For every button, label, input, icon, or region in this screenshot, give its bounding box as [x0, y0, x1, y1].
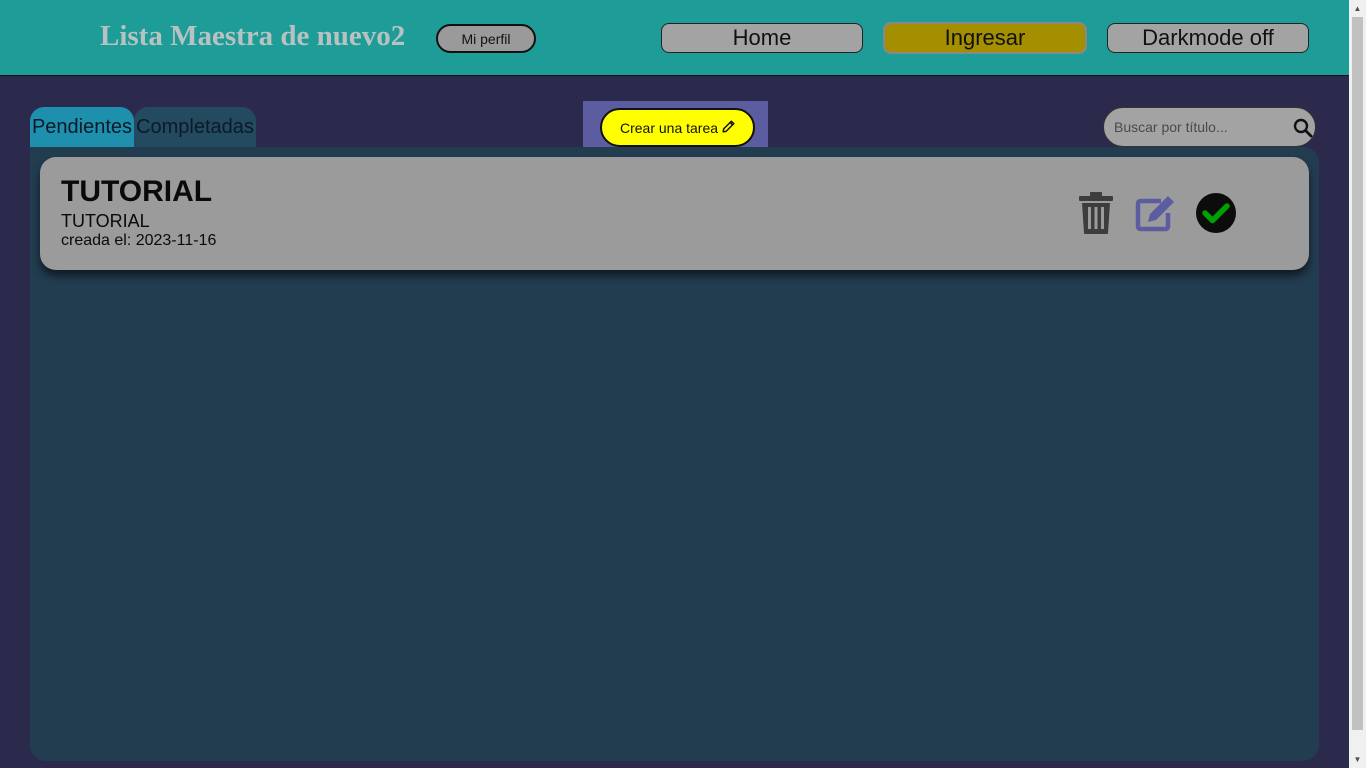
search-box [1103, 107, 1316, 147]
scroll-down-arrow-icon[interactable]: ▼ [1349, 751, 1366, 768]
pencil-icon [722, 119, 735, 136]
create-task-button[interactable]: Crear una tarea [600, 108, 755, 147]
page-scrollbar[interactable]: ▲ ▼ [1349, 0, 1366, 768]
scroll-up-arrow-icon[interactable]: ▲ [1349, 0, 1366, 17]
scroll-thumb[interactable] [1352, 17, 1363, 730]
edit-icon[interactable] [1134, 191, 1178, 235]
app-title: Lista Maestra de nuevo2 [100, 20, 406, 52]
search-icon[interactable] [1291, 116, 1315, 140]
task-title: TUTORIAL [61, 175, 213, 208]
darkmode-toggle-button[interactable]: Darkmode off [1107, 23, 1309, 53]
task-card: TUTORIAL TUTORIAL creada el: 2023-11-16 [40, 157, 1309, 270]
tab-pendientes[interactable]: Pendientes [30, 107, 134, 148]
tab-completadas[interactable]: Completadas [134, 107, 256, 148]
login-button[interactable]: Ingresar [883, 22, 1087, 54]
search-input[interactable] [1114, 108, 1289, 146]
check-icon[interactable] [1194, 191, 1238, 235]
top-header: Lista Maestra de nuevo2 Mi perfil Home I… [0, 0, 1349, 76]
trash-icon[interactable] [1074, 191, 1118, 235]
profile-button[interactable]: Mi perfil [436, 24, 536, 53]
home-button[interactable]: Home [661, 23, 863, 53]
task-created-date: creada el: 2023-11-16 [61, 232, 217, 249]
create-task-label: Crear una tarea [619, 119, 719, 136]
task-description: TUTORIAL [61, 211, 150, 231]
